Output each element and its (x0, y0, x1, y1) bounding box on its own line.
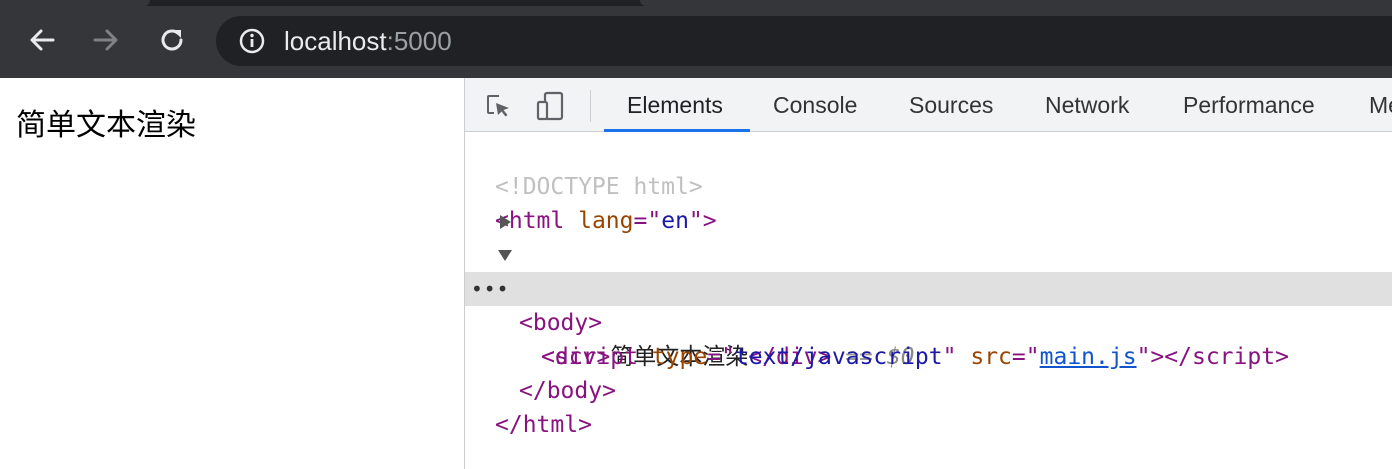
tab-network[interactable]: Network (1045, 78, 1129, 132)
info-icon[interactable] (238, 27, 266, 55)
devtools-panel: Elements Console Sources Network Perform… (464, 78, 1392, 469)
dom-node-div-selected[interactable]: ••• <div>简单文本渲染</div> == $0 (465, 272, 1392, 370)
dom-node-html-close[interactable]: </html> (465, 374, 1392, 438)
dom-node-script[interactable]: <script type="text/javascript" src="main… (465, 306, 1392, 370)
row-menu-icon[interactable]: ••• (471, 272, 509, 306)
inspect-element-icon (487, 95, 509, 117)
address-bar[interactable]: localhost:5000 (216, 16, 1392, 66)
active-tab-indicator (604, 129, 750, 132)
dom-node-doctype[interactable]: <!DOCTYPE html> (465, 136, 1392, 200)
dom-node-body-close[interactable]: </body> (465, 340, 1392, 404)
device-toolbar-button[interactable] (533, 89, 567, 123)
arrow-left-icon (30, 29, 55, 51)
dom-node-head[interactable]: <head>…</head> (465, 204, 1392, 302)
toolbar-divider (590, 90, 591, 122)
tab-console[interactable]: Console (773, 78, 857, 132)
tab-performance[interactable]: Performance (1183, 78, 1315, 132)
devtools-toolbar: Elements Console Sources Network Perform… (465, 78, 1392, 132)
dom-node-body[interactable]: <body> (465, 238, 1392, 336)
arrow-right-icon (93, 29, 118, 51)
device-toolbar-icon (536, 91, 564, 121)
expand-arrow-icon[interactable] (500, 204, 511, 238)
url-port: :5000 (386, 26, 452, 56)
reload-button[interactable] (152, 20, 192, 60)
html-close-tag-name: html (522, 412, 579, 438)
url-text[interactable]: localhost:5000 (284, 27, 452, 55)
forward-button[interactable] (86, 20, 126, 60)
page-content-text: 简单文本渲染 (16, 108, 196, 143)
collapse-arrow-icon[interactable] (498, 238, 512, 272)
tab-elements[interactable]: Elements (627, 78, 723, 132)
url-host: localhost (284, 26, 387, 56)
back-button[interactable] (22, 20, 62, 60)
tab-sources[interactable]: Sources (909, 78, 993, 132)
browser-toolbar: localhost:5000 (0, 6, 1392, 78)
inspect-element-button[interactable] (481, 89, 515, 123)
page-viewport: 简单文本渲染 (0, 78, 464, 469)
dom-node-html[interactable]: <html lang="en"> (465, 170, 1392, 234)
tab-memory-truncated[interactable]: Me (1369, 78, 1392, 132)
reload-icon (161, 29, 183, 51)
